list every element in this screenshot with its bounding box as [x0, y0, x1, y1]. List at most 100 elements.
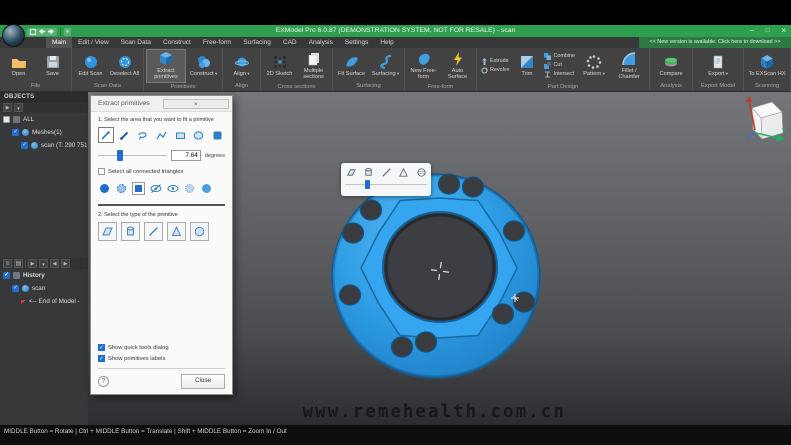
- tree-view-icon[interactable]: [14, 259, 23, 268]
- step-first-icon[interactable]: [50, 259, 59, 268]
- fillet-chamfer-button[interactable]: Fillet / Chamfer: [611, 49, 647, 83]
- app-logo-icon[interactable]: [2, 24, 25, 47]
- polyline-tool[interactable]: [154, 127, 170, 143]
- cone-tool-icon[interactable]: [398, 167, 409, 178]
- save-icon[interactable]: [30, 29, 36, 35]
- revolve-button[interactable]: Revolve: [481, 67, 509, 74]
- customize-toolbar-icon[interactable]: [64, 28, 71, 36]
- line-primitive-button[interactable]: [144, 222, 163, 241]
- step-last-icon[interactable]: [61, 259, 70, 268]
- trim-button[interactable]: Trim: [512, 52, 541, 79]
- scan-checkbox[interactable]: [21, 142, 28, 149]
- cylinder-primitive-button[interactable]: [121, 222, 140, 241]
- minimize-button[interactable]: [750, 25, 754, 37]
- construct-button[interactable]: Construct: [187, 52, 220, 79]
- tab-settings[interactable]: Settings: [339, 37, 375, 48]
- angle-slider-handle[interactable]: [117, 150, 123, 161]
- labels-checkbox-row[interactable]: Show primitives labels: [98, 355, 225, 362]
- angle-input[interactable]: [171, 150, 201, 161]
- solid-mode-icon[interactable]: [200, 182, 213, 195]
- sphere-tool-icon[interactable]: [416, 167, 427, 178]
- ellipse-tool[interactable]: [191, 127, 207, 143]
- tree-item-scan[interactable]: scan (T: 290 751: [0, 139, 88, 152]
- brush-tool[interactable]: [117, 127, 133, 143]
- pick-tool[interactable]: [98, 127, 114, 143]
- paint-select-tool[interactable]: [209, 127, 225, 143]
- history-item-end[interactable]: <-- End of Model -: [0, 295, 88, 308]
- new-free-form-button[interactable]: New Free-form: [407, 49, 440, 83]
- quick-tools-checkbox-row[interactable]: Show quick tools dialog: [98, 344, 225, 351]
- filter-icon[interactable]: [14, 103, 23, 112]
- cut-button[interactable]: Cut: [544, 62, 575, 69]
- sphere-primitive-button[interactable]: [190, 222, 209, 241]
- labels-checkbox[interactable]: [98, 355, 105, 362]
- rectangle-tool[interactable]: [172, 127, 188, 143]
- deselect-all-button[interactable]: Deselect All: [108, 52, 141, 79]
- select-through-icon[interactable]: [115, 182, 128, 195]
- connected-checkbox-row[interactable]: Select all connected triangles: [98, 168, 225, 175]
- history-root[interactable]: History: [0, 269, 88, 282]
- redo-icon[interactable]: [48, 29, 54, 35]
- tab-scan-data[interactable]: Scan Data: [115, 37, 157, 48]
- tab-edit-view[interactable]: Edit / View: [72, 37, 115, 48]
- history-filter-icon[interactable]: [39, 259, 48, 268]
- tab-main[interactable]: Main: [46, 37, 72, 48]
- update-banner[interactable]: << New version is available. Click here …: [639, 37, 791, 48]
- flange-model[interactable]: [332, 174, 540, 378]
- select-box-mode-icon[interactable]: [132, 182, 145, 195]
- select-visible-icon[interactable]: [98, 182, 111, 195]
- fit-surface-button[interactable]: Fit Surface: [335, 52, 368, 79]
- tab-help[interactable]: Help: [374, 37, 399, 48]
- list-view-icon[interactable]: [3, 259, 12, 268]
- meshes-checkbox[interactable]: [12, 129, 19, 136]
- 2d-sketch-button[interactable]: 2D Sketch: [263, 52, 296, 79]
- dialog-titlebar[interactable]: Extract primitives: [91, 96, 232, 112]
- multiple-sections-button[interactable]: Multiple sections: [297, 49, 330, 83]
- cone-primitive-button[interactable]: [167, 222, 186, 241]
- hide-selection-icon[interactable]: [149, 182, 162, 195]
- pattern-button[interactable]: Pattern: [578, 52, 610, 79]
- maximize-button[interactable]: [766, 25, 770, 37]
- lasso-tool[interactable]: [135, 127, 151, 143]
- export-button[interactable]: Export: [695, 52, 741, 79]
- tab-cad[interactable]: CAD: [277, 37, 303, 48]
- to-exscan-hx-button[interactable]: To EXScan HX: [746, 52, 788, 79]
- history-item-scan[interactable]: scan: [0, 282, 88, 295]
- show-selection-icon[interactable]: [166, 182, 179, 195]
- edit-scan-button[interactable]: Edit Scan: [74, 52, 107, 79]
- tab-surfacing[interactable]: Surfacing: [237, 37, 276, 48]
- undo-icon[interactable]: [39, 29, 45, 35]
- tree-item-meshes[interactable]: Meshes(1): [0, 126, 88, 139]
- tab-analysis[interactable]: Analysis: [303, 37, 339, 48]
- history-scan-checkbox[interactable]: [12, 285, 19, 292]
- extrude-button[interactable]: Extrude: [481, 58, 509, 65]
- quick-slider-track[interactable]: [345, 184, 427, 185]
- tab-free-form[interactable]: Free-form: [197, 37, 238, 48]
- plane-primitive-button[interactable]: [98, 222, 117, 241]
- close-button[interactable]: [781, 25, 786, 38]
- auto-surface-button[interactable]: Auto Surface: [441, 49, 474, 83]
- dialog-close-icon[interactable]: [163, 99, 230, 109]
- align-button[interactable]: Align: [225, 52, 258, 79]
- line-tool-icon[interactable]: [381, 167, 392, 178]
- save-button[interactable]: Save: [36, 52, 69, 79]
- expand-all-icon[interactable]: [3, 103, 12, 112]
- replay-icon[interactable]: [28, 259, 37, 268]
- all-checkbox[interactable]: [3, 116, 10, 123]
- close-dialog-button[interactable]: Close: [181, 374, 225, 389]
- combine-button[interactable]: Combine: [544, 53, 575, 60]
- connected-checkbox[interactable]: [98, 168, 105, 175]
- intersect-button[interactable]: Intersect: [544, 71, 575, 78]
- plane-tool-icon[interactable]: [345, 167, 356, 178]
- stipple-mode-icon[interactable]: [183, 182, 196, 195]
- open-button[interactable]: Open: [2, 52, 35, 79]
- extract-primitives-button[interactable]: Extract primitives: [146, 49, 186, 83]
- help-icon[interactable]: ?: [98, 376, 109, 387]
- cylinder-tool-icon[interactable]: [363, 167, 374, 178]
- orientation-axes[interactable]: y: [746, 96, 786, 142]
- quick-tools-checkbox[interactable]: [98, 344, 105, 351]
- history-checkbox[interactable]: [3, 272, 10, 279]
- tree-item-all[interactable]: ALL: [0, 113, 88, 126]
- compare-button[interactable]: Compare: [652, 52, 690, 79]
- angle-slider-track[interactable]: [98, 155, 167, 156]
